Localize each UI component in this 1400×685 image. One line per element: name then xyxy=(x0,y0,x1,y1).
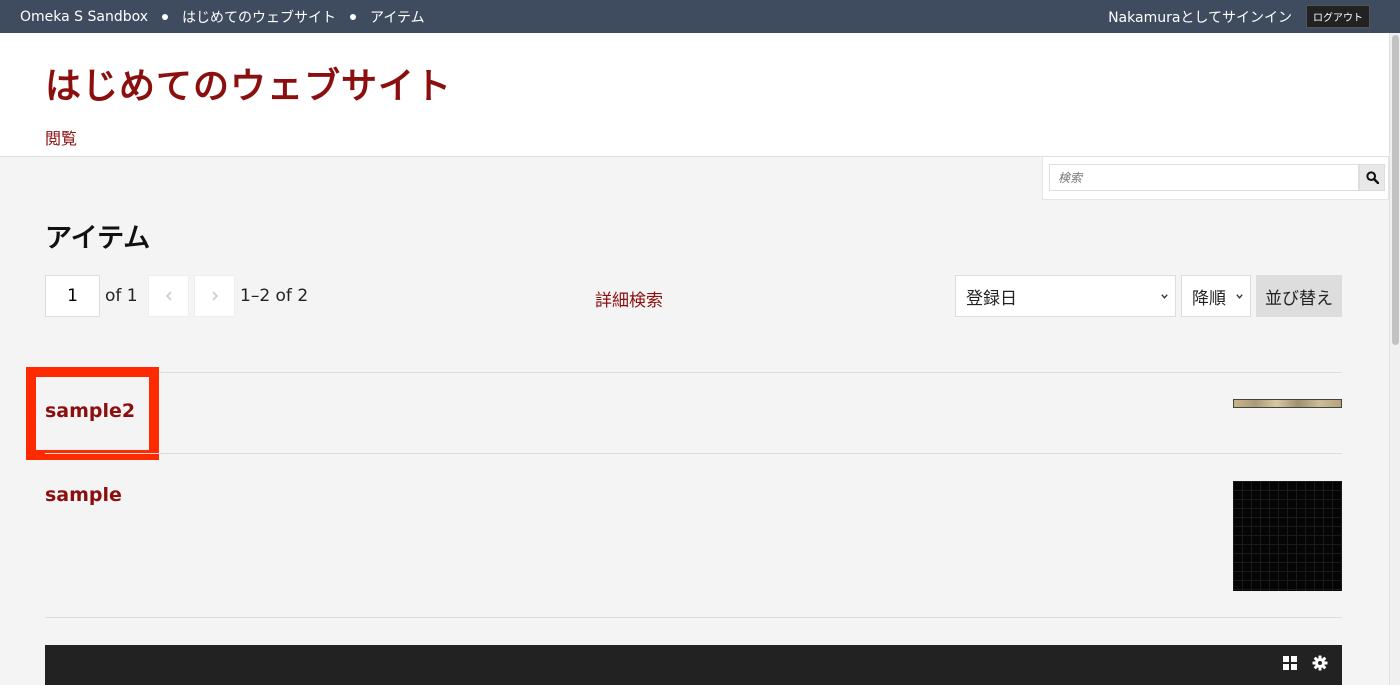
previous-page-button[interactable] xyxy=(148,275,189,317)
divider xyxy=(45,453,1342,454)
sort-order-select[interactable]: 降順 xyxy=(1181,275,1251,317)
viewer-toolbar xyxy=(45,645,1342,685)
page-count-text: of 1 xyxy=(105,286,138,306)
breadcrumb-sandbox[interactable]: Omeka S Sandbox xyxy=(20,9,148,25)
gear-icon[interactable] xyxy=(1312,655,1328,671)
chevron-down-icon xyxy=(1161,294,1168,299)
breadcrumb: Omeka S Sandbox はじめてのウェブサイト アイテム xyxy=(20,0,425,33)
scrollbar-thumb[interactable] xyxy=(1392,35,1399,345)
site-header: はじめてのウェブサイト 閲覧 xyxy=(0,33,1389,157)
search-icon xyxy=(1365,171,1379,184)
sort-field-value: 登録日 xyxy=(966,288,1017,309)
search-button[interactable] xyxy=(1359,164,1385,191)
chevron-down-icon xyxy=(1236,294,1243,299)
breadcrumb-separator xyxy=(350,13,357,20)
advanced-search-link[interactable]: 詳細検索 xyxy=(595,286,663,311)
highlight-box xyxy=(26,367,159,460)
page-number-input[interactable] xyxy=(45,275,100,317)
nav-browse-link[interactable]: 閲覧 xyxy=(45,125,77,149)
grid-icon[interactable] xyxy=(1282,655,1298,671)
divider xyxy=(45,372,1342,373)
sort-button[interactable]: 並び替え xyxy=(1256,275,1342,317)
logout-button[interactable]: ログアウト xyxy=(1306,5,1370,28)
search-input[interactable] xyxy=(1049,164,1359,191)
next-page-button[interactable] xyxy=(194,275,235,317)
search-form xyxy=(1042,157,1389,200)
result-range-text: 1–2 of 2 xyxy=(240,286,309,306)
signed-in-text: Nakamuraとしてサインイン xyxy=(1108,9,1292,26)
item-title-link[interactable]: sample xyxy=(45,484,122,506)
user-area: Nakamuraとしてサインイン ログアウト xyxy=(1108,0,1370,33)
divider xyxy=(45,617,1342,618)
sort-field-select[interactable]: 登録日 xyxy=(955,275,1176,317)
site-title[interactable]: はじめてのウェブサイト xyxy=(45,57,452,109)
breadcrumb-site[interactable]: はじめてのウェブサイト xyxy=(182,7,336,27)
item-thumbnail[interactable] xyxy=(1233,399,1342,408)
page-title: アイテム xyxy=(45,223,151,254)
breadcrumb-items[interactable]: アイテム xyxy=(370,7,425,27)
breadcrumb-separator xyxy=(162,13,169,20)
admin-bar: Omeka S Sandbox はじめてのウェブサイト アイテム Nakamur… xyxy=(0,0,1400,33)
chevron-left-icon xyxy=(165,291,172,301)
sort-order-value: 降順 xyxy=(1192,288,1226,309)
item-thumbnail[interactable] xyxy=(1233,481,1342,591)
chevron-right-icon xyxy=(211,291,218,301)
page-scrollbar[interactable] xyxy=(1389,33,1400,685)
